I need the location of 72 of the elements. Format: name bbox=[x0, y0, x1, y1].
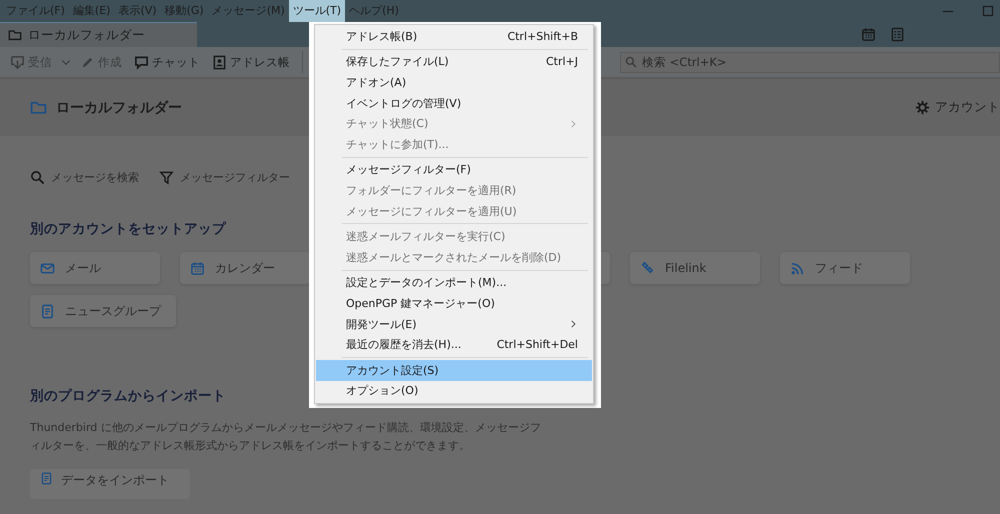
filter-icon bbox=[159, 170, 174, 184]
menu-item-label: 迷惑メールとマークされたメールを削除(D) bbox=[346, 250, 562, 265]
toolbar-button[interactable]: チャット bbox=[130, 52, 204, 72]
menu-item-label: 最近の履歴を消去(H)... bbox=[346, 337, 462, 352]
menu-item-label: 開発ツール(E) bbox=[346, 316, 417, 332]
menu-bar-item[interactable]: 表示(V) bbox=[114, 0, 161, 22]
menu-item-label: オプション(O) bbox=[346, 383, 418, 398]
account-settings-link[interactable]: アカウント bbox=[915, 99, 1000, 116]
account-type-button[interactable]: メール bbox=[30, 252, 160, 284]
section-title: 別のプログラムからインポート bbox=[30, 387, 226, 405]
settings-icon bbox=[915, 100, 930, 115]
download-icon bbox=[10, 54, 25, 70]
menu-item-label: 設定とデータのインポート(M)... bbox=[346, 275, 507, 290]
account-type-button[interactable]: ニュースグループ bbox=[30, 295, 176, 327]
chat-bubble-icon bbox=[134, 54, 149, 70]
menu-item-label: アカウント設定(S) bbox=[346, 362, 439, 378]
menu-item[interactable]: OpenPGP 鍵マネージャー(O) bbox=[316, 293, 592, 314]
menu-item-label: チャット状態(C) bbox=[346, 116, 428, 132]
menu-item-label: イベントログの管理(V) bbox=[346, 96, 462, 111]
menu-item[interactable]: 設定とデータのインポート(M)... bbox=[316, 272, 592, 294]
document-icon bbox=[40, 304, 55, 318]
folder-icon bbox=[8, 28, 22, 42]
account-type-button[interactable]: Filelink bbox=[630, 252, 760, 284]
account-type-button[interactable]: カレンダー bbox=[180, 252, 310, 284]
maximize-icon[interactable] bbox=[982, 5, 994, 17]
action-link[interactable]: メッセージを検索 bbox=[30, 170, 139, 184]
menu-bar-item[interactable]: ファイル(F) bbox=[2, 0, 69, 22]
account-type-button[interactable]: フィード bbox=[780, 252, 910, 284]
menu-item-label: OpenPGP 鍵マネージャー(O) bbox=[346, 296, 495, 311]
menu-item-label: メッセージにフィルターを適用(U) bbox=[346, 204, 517, 219]
menu-item[interactable]: アカウント設定(S) bbox=[316, 360, 592, 380]
menu-item-label: チャットに参加(T)... bbox=[346, 136, 449, 152]
menu-bar-item[interactable]: メッセージ(M) bbox=[208, 0, 289, 22]
menu-item-label: フォルダーにフィルターを適用(R) bbox=[346, 182, 516, 198]
calendar-icon[interactable] bbox=[861, 27, 876, 42]
import-button[interactable]: データをインポート bbox=[30, 469, 190, 499]
tab-title: ローカルフォルダー bbox=[28, 26, 145, 44]
task-list-icon[interactable] bbox=[890, 27, 905, 42]
shortcut-text: Ctrl+Shift+B bbox=[507, 30, 578, 43]
calendar-icon bbox=[190, 260, 205, 276]
menu-item[interactable]: 保存したファイル(L) Ctrl+J bbox=[316, 52, 592, 72]
section-title: 別のアカウントをセットアップ bbox=[30, 220, 226, 238]
menu-item[interactable]: アドオン(A) bbox=[316, 72, 592, 93]
search-field[interactable]: 検索 <Ctrl+K> bbox=[620, 52, 1000, 72]
menu-bar-item[interactable]: ツール(T) bbox=[288, 0, 346, 22]
envelope-icon bbox=[40, 260, 55, 276]
menu-bar-item[interactable]: 編集(E) bbox=[68, 0, 114, 22]
menu-item-label: 迷惑メールフィルターを実行(C) bbox=[346, 229, 506, 244]
shortcut-text: Ctrl+J bbox=[546, 55, 578, 68]
menu-bar-item[interactable]: ヘルプ(H) bbox=[345, 0, 403, 22]
description-text: Thunderbird に他のメールプログラムからメールメッセージやフィード購読、環境設定、メッセージフィルターを、一般的なアドレス帳形式からアドレス帳をインポートすることができます。 bbox=[30, 420, 542, 454]
search-icon bbox=[30, 170, 45, 184]
shortcut-text: Ctrl+Shift+Del bbox=[496, 338, 578, 352]
menu-item[interactable]: 開発ツール(E) bbox=[316, 314, 592, 334]
menu-item[interactable]: イベントログの管理(V) bbox=[316, 92, 592, 114]
menu-item-label: メッセージフィルター(F) bbox=[346, 162, 471, 178]
menu-bar-item[interactable]: 移動(G) bbox=[160, 0, 208, 22]
menu-item[interactable]: 最近の履歴を消去(H)... Ctrl+Shift+Del bbox=[316, 334, 592, 355]
folder-tab[interactable]: ローカルフォルダー bbox=[0, 22, 197, 47]
menu-item-label: 保存したファイル(L) bbox=[346, 54, 449, 70]
contact-card-icon bbox=[212, 54, 227, 70]
toolbar-button[interactable]: アドレス帳 bbox=[208, 52, 294, 72]
menu-item[interactable]: メッセージフィルター(F) bbox=[316, 160, 592, 180]
menu-item[interactable]: オプション(O) bbox=[316, 380, 592, 402]
rss-icon bbox=[790, 260, 805, 276]
folder-icon bbox=[30, 99, 47, 116]
menu-item-label: アドレス帳(B) bbox=[346, 28, 418, 44]
folder-title: ローカルフォルダー bbox=[56, 98, 182, 116]
document-icon bbox=[40, 472, 53, 485]
menu-item-label: アドオン(A) bbox=[346, 74, 406, 90]
menu-item[interactable]: アドレス帳(B) Ctrl+Shift+B bbox=[316, 26, 592, 47]
action-link[interactable]: メッセージフィルター bbox=[159, 170, 290, 184]
